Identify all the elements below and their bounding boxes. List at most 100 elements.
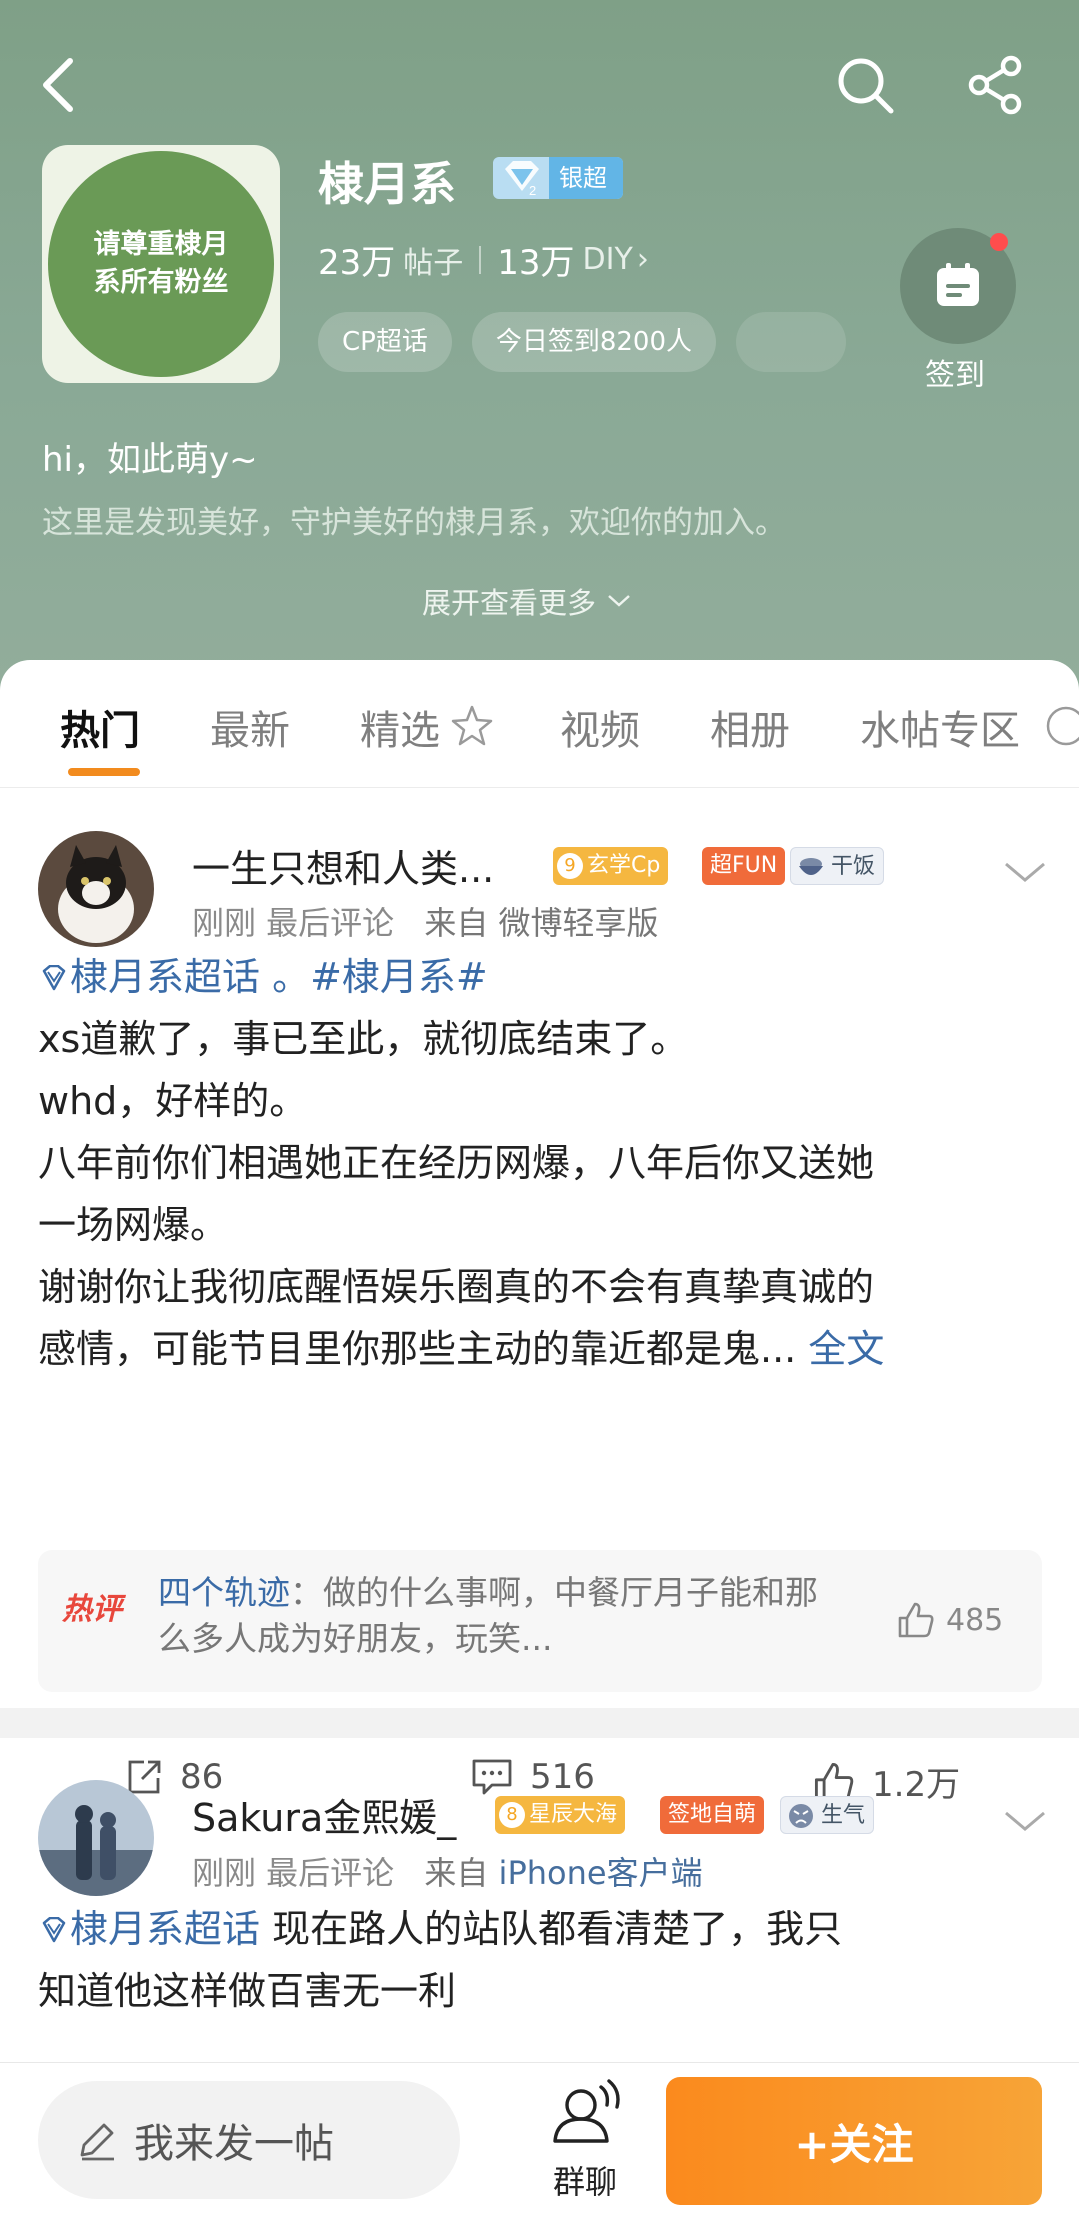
group-chat-button[interactable]: 群聊 xyxy=(540,2075,630,2203)
avatar-text-line2: 系所有粉丝 xyxy=(93,267,229,298)
post-menu-chevron-icon[interactable] xyxy=(1002,858,1048,888)
hot-comment-user[interactable]: 四个轨迹 xyxy=(158,1573,290,1612)
group-stats[interactable]: 23万 帖子 13万 DIY › xyxy=(318,235,649,284)
follow-button[interactable]: +关注 xyxy=(666,2077,1042,2205)
chevron-right-icon: › xyxy=(636,242,649,277)
avatar[interactable] xyxy=(38,831,154,947)
post-menu-chevron-icon[interactable] xyxy=(1002,1807,1048,1837)
mood-badge: 生气 xyxy=(780,1796,875,1834)
tab-album[interactable]: 相册 xyxy=(710,698,790,756)
post-line: xs道歉了，事已至此，就彻底结束了。 xyxy=(38,1017,689,1061)
stats-separator xyxy=(479,245,482,274)
post-meta: 刚刚 最后评论 来自 微博轻享版 xyxy=(192,898,659,944)
level-badge[interactable]: 2 银超 xyxy=(493,157,623,199)
user-title-text: 星辰大海 xyxy=(529,1802,618,1827)
supertopic-diamond-icon xyxy=(42,964,66,991)
svg-text:2: 2 xyxy=(529,183,536,198)
compose-post-button[interactable]: 我来发一帖 xyxy=(38,2081,460,2199)
compose-label: 我来发一帖 xyxy=(134,2121,334,2167)
post-line: 一场网爆。 xyxy=(38,1203,229,1247)
hot-comment-like-button[interactable]: 485 xyxy=(896,1600,1003,1640)
supertopic-link[interactable]: 棣月系超话 xyxy=(70,1907,260,1951)
post-line-last: 感情，可能节目里你那些主动的靠近都是鬼... 全文 xyxy=(38,1318,1048,1380)
group-description: 这里是发现美好，守护美好的棣月系，欢迎你的加入。 xyxy=(42,505,786,541)
supertopic-link[interactable]: 棣月系超话 xyxy=(70,955,260,999)
share-icon xyxy=(968,55,1022,115)
user-title-text: 玄学Cp xyxy=(587,853,661,878)
water-tab-icon xyxy=(1046,706,1079,746)
share-button[interactable] xyxy=(960,50,1032,120)
couple-avatar-image xyxy=(38,1780,154,1896)
post-meta: 刚刚 最后评论 来自 iPhone客户端 xyxy=(192,1848,703,1894)
fun-badge: 超FUN xyxy=(702,847,786,885)
hashtag-link[interactable]: 。#棣月系# xyxy=(260,955,488,999)
hot-comment[interactable]: 热评 四个轨迹：做的什么事啊，中餐厅月子能和那么多人成为好朋友，玩笑... 48… xyxy=(38,1550,1042,1692)
post-card[interactable]: Sakura金熙媛_ 8 星辰大海 签地自萌 生气 刚刚 最后评论 来自 iPho… xyxy=(0,1738,1079,2068)
post-line-topic: 棣月系超话 。#棣月系# xyxy=(38,946,1048,1008)
post-card[interactable]: 一生只想和人类... 9 玄学Cp 超FUN 干饭 刚刚 最后评论 来自 微博轻享… xyxy=(0,788,1079,1805)
post-author-name[interactable]: 一生只想和人类... xyxy=(192,838,494,893)
group-avatar[interactable]: 请尊重棣月 系所有粉丝 xyxy=(42,145,280,383)
search-icon xyxy=(838,58,894,114)
chip-cp[interactable]: CP超话 xyxy=(318,312,452,372)
tab-video[interactable]: 视频 xyxy=(560,698,640,756)
back-arrow-icon xyxy=(43,58,73,112)
post-line: 八年前你们相遇她正在经历网爆，八年后你又送她 xyxy=(38,1141,875,1185)
chevron-down-icon xyxy=(608,595,630,607)
post-body[interactable]: 棣月系超话 。#棣月系# xs道歉了，事已至此，就彻底结束了。 whd，好样的。… xyxy=(38,946,1048,1380)
supertopic-diamond-icon xyxy=(42,1916,66,1943)
post-line: whd，好样的。 xyxy=(38,1079,308,1123)
tab-hot[interactable]: 热门 xyxy=(60,698,140,756)
posts-label: 帖子 xyxy=(403,245,464,281)
user-title-badge: 8 星辰大海 xyxy=(495,1796,626,1834)
mood-badge: 干饭 xyxy=(790,847,885,885)
post-text: 现在路人的站队都看清楚了，我只 xyxy=(260,1907,843,1951)
search-button[interactable] xyxy=(830,50,900,120)
chip-checkin-count[interactable]: 今日签到8200人 xyxy=(471,312,717,372)
avatar[interactable] xyxy=(38,1780,154,1896)
post-line: 谢谢你让我彻底醒悟娱乐圈真的不会有真挚真诚的 xyxy=(38,1265,875,1309)
post-author-name[interactable]: Sakura金熙媛_ xyxy=(192,1787,456,1842)
rice-bowl-icon xyxy=(799,858,823,875)
hot-comment-like-count: 485 xyxy=(946,1602,1004,1638)
notification-dot xyxy=(990,233,1008,251)
fan-badge: 签地自萌 xyxy=(660,1796,765,1834)
level-number: 8 xyxy=(499,1802,525,1828)
active-tab-indicator xyxy=(68,768,140,776)
tab-latest[interactable]: 最新 xyxy=(210,698,290,756)
post-time: 刚刚 最后评论 xyxy=(192,1854,395,1892)
bottom-action-bar: 我来发一帖 群聊 +关注 xyxy=(0,2062,1079,2221)
featured-star-icon xyxy=(451,705,493,746)
back-button[interactable] xyxy=(28,50,88,120)
group-name: 棣月系 xyxy=(318,157,456,211)
diy-count: 13万 xyxy=(497,243,575,283)
expand-more-button[interactable]: 展开查看更多 xyxy=(422,580,632,622)
group-chat-label: 群聊 xyxy=(552,2163,617,2201)
group-chat-icon xyxy=(553,2079,620,2143)
post-body[interactable]: 棣月系超话 现在路人的站队都看清楚了，我只 知道他这样做百害无一利 xyxy=(38,1898,1048,2022)
post-time: 刚刚 最后评论 xyxy=(192,904,395,942)
group-header: 请尊重棣月 系所有粉丝 棣月系 2 银超 23万 帖子 13万 DIY › CP… xyxy=(0,0,1079,690)
tab-water-posts[interactable]: 水帖专区 xyxy=(860,698,1020,756)
diy-label: DIY xyxy=(582,242,633,277)
thumbs-up-icon xyxy=(898,1602,934,1638)
diamond-icon: 2 xyxy=(505,161,539,198)
hot-comment-text: 四个轨迹：做的什么事啊，中餐厅月子能和那么多人成为好朋友，玩笑... xyxy=(158,1570,818,1662)
feed-panel: 热门 最新 精选 视频 相册 水帖专区 一生只想和人类... 9 玄学Cp 超F… xyxy=(0,660,1079,2221)
cat-avatar-image xyxy=(38,831,154,947)
user-title-badge: 9 玄学Cp xyxy=(553,847,669,885)
mood-text: 生气 xyxy=(821,1803,866,1828)
posts-count: 23万 xyxy=(318,243,396,283)
post-from-label: 来自 xyxy=(424,904,489,942)
read-more-link[interactable]: 全文 xyxy=(808,1327,884,1371)
chip-faded[interactable] xyxy=(736,312,847,372)
post-from-label: 来自 xyxy=(424,1854,489,1892)
post-line: 知道他这样做百害无一利 xyxy=(38,1969,457,2013)
pencil-icon xyxy=(80,2123,114,2161)
post-source: 微博轻享版 xyxy=(498,904,659,942)
tab-bar: 热门 最新 精选 视频 相册 水帖专区 xyxy=(0,660,1079,788)
post-source[interactable]: iPhone客户端 xyxy=(499,1854,703,1892)
checkin-label: 签到 xyxy=(925,358,985,393)
tab-featured[interactable]: 精选 xyxy=(360,698,440,756)
post-line-topic: 棣月系超话 现在路人的站队都看清楚了，我只 xyxy=(38,1898,1048,1960)
